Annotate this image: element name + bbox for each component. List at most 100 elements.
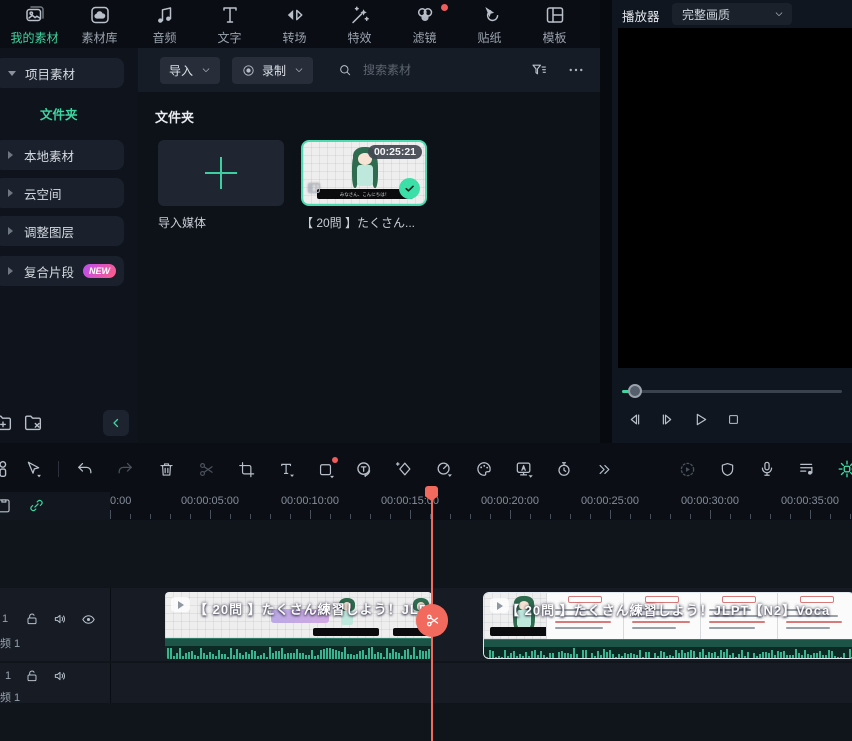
- text-tool-button[interactable]: [275, 457, 297, 481]
- track-hide-button[interactable]: [78, 610, 98, 628]
- quality-value: 完整画质: [682, 6, 774, 23]
- sidebar-item-folder[interactable]: 文件夹: [40, 104, 78, 123]
- import-media-card[interactable]: [158, 140, 284, 206]
- tab-my-media[interactable]: 我的素材: [2, 0, 67, 48]
- ruler-label: 00:00:30:00: [681, 495, 739, 507]
- timeline-clip-1[interactable]: 【 20問 】たくさん練習しよう！JLPT【: [165, 592, 432, 659]
- spark-effect-icon: [836, 458, 852, 480]
- keyframe-button[interactable]: [393, 457, 415, 481]
- media-tool-button[interactable]: [0, 457, 12, 481]
- redo-button[interactable]: [114, 457, 136, 481]
- track-lock-button[interactable]: [22, 610, 42, 628]
- import-button[interactable]: 导入: [160, 57, 220, 84]
- search-input[interactable]: [361, 62, 511, 78]
- sidebar-item-compound-clip[interactable]: 复合片段 NEW: [0, 256, 124, 286]
- speed-button[interactable]: [433, 457, 455, 481]
- double-chevron-right-icon: [595, 460, 614, 479]
- speaker-icon: [52, 668, 68, 684]
- split-at-playhead-button[interactable]: [416, 604, 448, 637]
- sidebar-item-label: 复合片段: [24, 262, 74, 281]
- clip-audio-bar: [484, 639, 852, 647]
- track-lock-button[interactable]: [22, 667, 42, 685]
- scissors-icon: [197, 460, 216, 479]
- nav-label: 音频: [152, 29, 176, 46]
- delete-button[interactable]: [155, 457, 177, 481]
- clipped-tool-icon: [0, 458, 12, 480]
- pointer-tool-button[interactable]: [22, 457, 44, 481]
- template-icon: [543, 3, 567, 27]
- check-icon: [403, 182, 416, 195]
- microphone-icon: [757, 459, 777, 479]
- delete-folder-button[interactable]: [22, 412, 44, 434]
- crop-button[interactable]: [235, 457, 257, 481]
- voiceover-button[interactable]: [756, 457, 778, 481]
- speech-to-text-button[interactable]: [353, 457, 375, 481]
- sidebar-item-project-materials[interactable]: 项目素材: [0, 58, 124, 88]
- play-button[interactable]: [690, 408, 710, 430]
- magic-wand-icon: [348, 3, 372, 27]
- caret-right-icon: [8, 227, 13, 235]
- slider-handle[interactable]: [628, 384, 642, 398]
- tab-text[interactable]: 文字: [197, 0, 262, 48]
- next-frame-icon: [658, 410, 677, 429]
- effects-plugin-button[interactable]: [836, 457, 852, 481]
- tab-transition[interactable]: 转场: [262, 0, 327, 48]
- more-tools-button[interactable]: [593, 457, 615, 481]
- more-options-icon[interactable]: [566, 61, 586, 79]
- ruler-label: 00:00:35:00: [781, 495, 839, 507]
- speech-to-text-icon: [354, 459, 375, 480]
- collapse-panel-button[interactable]: [103, 410, 129, 436]
- track-header-divider: [110, 588, 111, 661]
- caret-right-icon: [8, 267, 13, 275]
- tab-stickers[interactable]: 贴纸: [457, 0, 522, 48]
- marker-button[interactable]: [716, 457, 738, 481]
- chroma-key-button[interactable]: [513, 457, 535, 481]
- record-button[interactable]: 录制: [232, 57, 313, 84]
- undo-button[interactable]: [74, 457, 96, 481]
- track-header-divider: [110, 663, 111, 703]
- tab-stock-media[interactable]: 素材库: [67, 0, 132, 48]
- timeline-clip-2[interactable]: 【 20問 】たくさん練習しよう！JLPT【N2】Voca: [483, 592, 852, 659]
- render-preview-icon: [677, 459, 698, 480]
- media-library-panel: 导入 录制 文件夹: [138, 48, 600, 443]
- notification-dot: [441, 4, 448, 11]
- clipboard-icon[interactable]: [0, 496, 13, 515]
- filter-icon[interactable]: [530, 61, 548, 79]
- clip-waveform: [165, 646, 432, 659]
- preview-seek-slider[interactable]: [622, 384, 842, 398]
- track-mute-button[interactable]: [50, 667, 70, 685]
- sidebar-item-adjustment-layer[interactable]: 调整图层: [0, 216, 124, 246]
- mask-tool-button[interactable]: [315, 457, 337, 481]
- transport-controls: [624, 408, 743, 430]
- next-frame-button[interactable]: [657, 408, 677, 430]
- video-clip-thumbnail[interactable]: 00:25:21 みなさん、こんにちは！: [301, 140, 427, 206]
- search-icon: [337, 62, 353, 78]
- timer-button[interactable]: [553, 457, 575, 481]
- split-button[interactable]: [195, 457, 217, 481]
- stop-button[interactable]: [723, 408, 743, 430]
- video-preview[interactable]: [618, 28, 852, 368]
- nav-label: 滤镜: [412, 29, 436, 46]
- clip-title-overlay: 【 20問 】たくさん練習しよう！JLPT【N2】Voca: [506, 600, 830, 619]
- filters-icon: [413, 3, 437, 27]
- tab-templates[interactable]: 模板: [522, 0, 587, 48]
- tab-audio[interactable]: 音频: [132, 0, 197, 48]
- audio-track-lane[interactable]: 1 频 1: [0, 663, 852, 703]
- track-mute-button[interactable]: [50, 610, 70, 628]
- clip-title-overlay: 【 20問 】たくさん練習しよう！JLPT【: [194, 599, 432, 618]
- render-preview-button[interactable]: [676, 457, 698, 481]
- sidebar-item-cloud[interactable]: 云空间: [0, 178, 124, 208]
- audio-mixer-button[interactable]: [796, 457, 818, 481]
- track-label: 频 1: [0, 635, 20, 651]
- folder-section-title: 文件夹: [155, 107, 194, 126]
- color-button[interactable]: [473, 457, 495, 481]
- tab-filters[interactable]: 滤镜: [392, 0, 457, 48]
- timeline-ruler[interactable]: 00:00:00 00:00:05:00 00:00:10:00 00:00:1…: [110, 492, 852, 520]
- quality-dropdown[interactable]: 完整画质: [672, 3, 792, 25]
- previous-frame-button[interactable]: [624, 408, 644, 430]
- tab-effects[interactable]: 特效: [327, 0, 392, 48]
- sidebar-item-label: 云空间: [24, 184, 62, 203]
- add-folder-button[interactable]: [0, 412, 14, 434]
- link-icon[interactable]: [27, 496, 46, 515]
- sidebar-item-local-media[interactable]: 本地素材: [0, 140, 124, 170]
